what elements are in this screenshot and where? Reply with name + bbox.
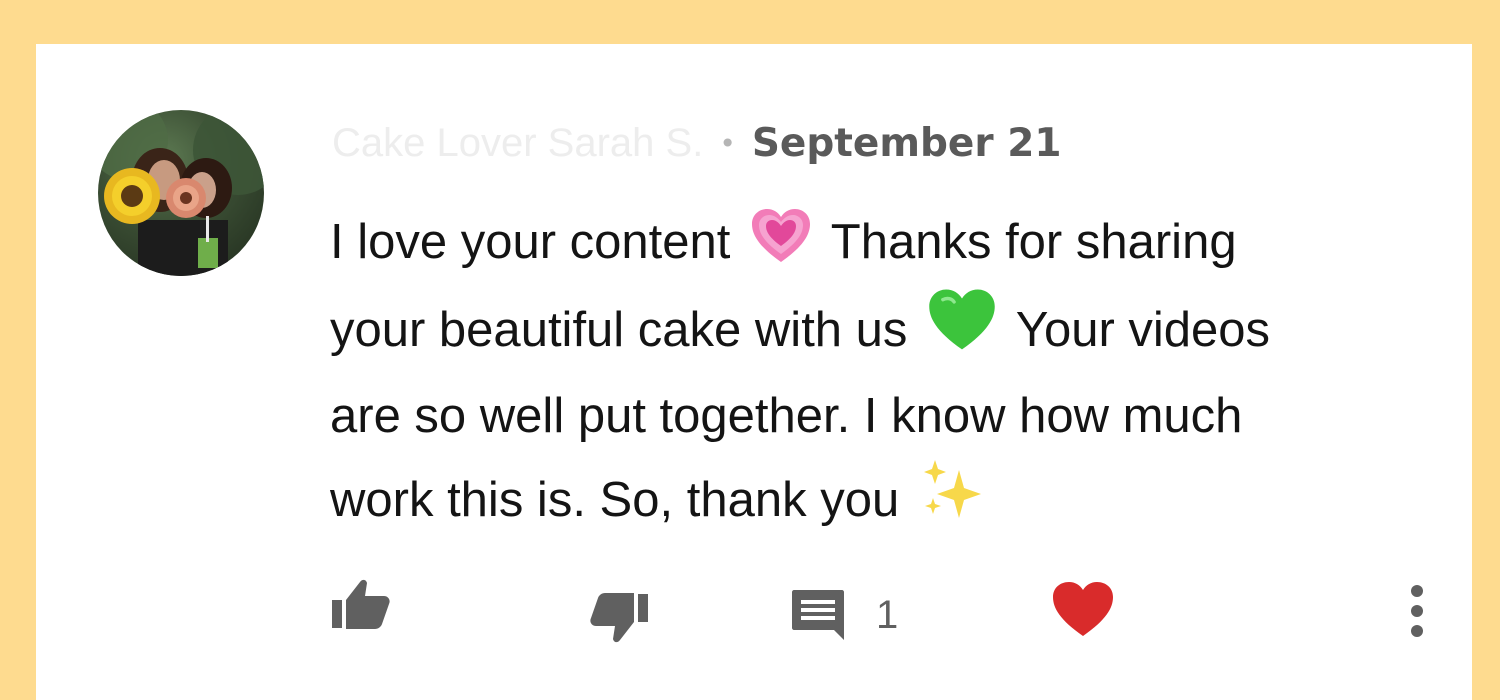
sparkles-emoji [919,456,985,546]
thumbs-up-icon [332,579,390,629]
reply-button[interactable]: 1 [790,588,898,642]
comment-line: work this is. So, thank you [330,456,1420,546]
like-button[interactable] [330,576,392,632]
separator-dot: • [719,126,736,160]
avatar-photo [98,110,264,276]
comment-text-segment: your beautiful cake with us [330,303,908,357]
green-heart-emoji [927,288,997,376]
more-vertical-icon [1411,585,1423,637]
thumbs-down-icon [590,593,648,643]
more-options-button[interactable] [1410,584,1424,638]
reply-count: 1 [876,592,899,637]
comment-text: I love your content Thanks for sharing y… [330,202,1420,546]
comment-icon [792,590,844,640]
author-name[interactable]: Cake Lover Sarah S. [332,121,703,166]
dislike-button[interactable] [588,590,650,646]
growing-heart-emoji [750,208,812,288]
comment-meta: Cake Lover Sarah S. • September 21 [332,120,1061,166]
comment-text-segment: work this is. So, thank you [330,473,900,527]
comment-text-segment: I love your content [330,215,731,269]
comment-text-segment: Thanks for sharing [830,215,1237,269]
comment-line: your beautiful cake with us Your videos [330,288,1420,376]
comment-text-segment: Your videos [1015,303,1271,357]
comment-actions: 1 [330,570,1440,650]
comment-card: Cake Lover Sarah S. • September 21 I lov… [36,44,1472,700]
heart-icon [1053,582,1113,636]
creator-heart-button[interactable] [1052,582,1114,638]
comment-line: I love your content Thanks for sharing [330,202,1420,288]
avatar[interactable] [98,110,264,276]
comment-line: are so well put together. I know how muc… [330,389,1243,443]
comment-date: September 21 [751,120,1062,166]
